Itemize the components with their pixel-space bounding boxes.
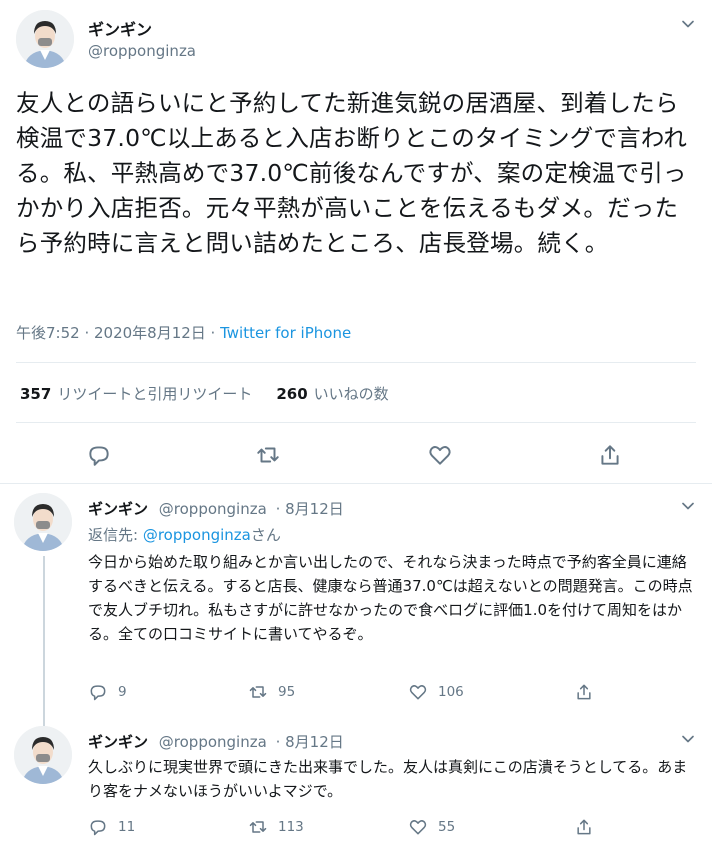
like-button[interactable]: 55 (408, 817, 455, 837)
tweet-date[interactable]: · 8月12日 (276, 733, 344, 751)
tweet-date[interactable]: · 8月12日 (276, 500, 344, 518)
reply-tweet[interactable]: ギンギン @ropponginza · 8月12日 返信先: @roppongi… (0, 484, 712, 713)
share-icon[interactable] (595, 440, 625, 470)
retweet-count: 113 (278, 819, 304, 835)
retweet-button[interactable]: 95 (248, 682, 295, 702)
tweet-stats: 357 リツイートと引用リツイート 260 いいねの数 (20, 383, 389, 404)
like-icon (409, 685, 427, 700)
reply-to: 返信先: @ropponginzaさん (88, 524, 281, 545)
tweet-actions (0, 438, 712, 474)
divider (16, 422, 696, 423)
retweet-button[interactable]: 113 (248, 817, 304, 837)
likes-stat[interactable]: 260 いいねの数 (276, 383, 388, 404)
tweet-text: 友人との語らいにと予約してた新進気鋭の居酒屋、到着したら検温で37.0℃以上ある… (16, 89, 688, 257)
reply-to-prefix: 返信先: (88, 526, 143, 544)
reply-to-handle[interactable]: @ropponginza (143, 526, 251, 544)
retweets-count: 357 (20, 385, 52, 403)
author-handle[interactable]: @ropponginza (88, 42, 196, 60)
retweet-icon (249, 686, 267, 698)
chevron-down-icon[interactable] (678, 496, 698, 516)
retweets-stat[interactable]: 357 リツイートと引用リツイート (20, 383, 252, 404)
reply-count: 9 (118, 684, 127, 700)
share-icon (577, 819, 591, 835)
retweets-label: リツイートと引用リツイート (57, 385, 253, 403)
share-button[interactable] (574, 682, 594, 702)
chevron-down-icon[interactable] (678, 729, 698, 749)
like-icon (409, 820, 427, 835)
like-icon[interactable] (425, 440, 455, 470)
like-count: 55 (438, 819, 456, 835)
like-count: 106 (438, 684, 464, 700)
reply-button[interactable]: 11 (88, 817, 135, 837)
avatar[interactable] (14, 726, 72, 784)
retweet-count: 95 (278, 684, 296, 700)
likes-label: いいねの数 (313, 385, 389, 403)
author-handle[interactable]: @ropponginza (159, 733, 267, 751)
like-button[interactable]: 106 (408, 682, 464, 702)
divider (16, 362, 696, 363)
reply-header: ギンギン @ropponginza · 8月12日 (88, 498, 344, 519)
reply-text: 今日から始めた取り組みとか言い出したので、それなら決まった時点で予約客全員に連絡… (88, 553, 693, 643)
chevron-down-icon[interactable] (678, 14, 698, 34)
reply-actions: 11 113 55 (88, 817, 608, 841)
author-name[interactable]: ギンギン (88, 733, 148, 751)
likes-count: 260 (276, 385, 308, 403)
thread-line (43, 556, 45, 713)
retweet-icon[interactable] (253, 440, 283, 470)
retweet-icon (249, 821, 267, 833)
author-handle[interactable]: @ropponginza (159, 500, 267, 518)
reply-tweet[interactable]: ギンギン @ropponginza · 8月12日 久しぶりに現実世界で頭にきた… (0, 713, 712, 854)
reply-icon[interactable] (84, 440, 114, 470)
reply-actions: 9 95 106 (88, 682, 608, 706)
reply-count: 11 (118, 819, 136, 835)
reply-header: ギンギン @ropponginza · 8月12日 (88, 731, 344, 752)
tweet-time[interactable]: 午後7:52 · 2020年8月12日 · (16, 324, 220, 342)
reply-icon (90, 820, 106, 836)
reply-to-suffix: さん (250, 526, 281, 544)
thread-line (43, 713, 45, 726)
reply-text: 久しぶりに現実世界で頭にきた出来事でした。友人は真剣にこの店潰そうとしてる。あま… (88, 758, 688, 800)
share-button[interactable] (574, 817, 594, 837)
tweet-meta: 午後7:52 · 2020年8月12日 · Twitter for iPhone (16, 322, 351, 343)
reply-icon (90, 685, 106, 701)
author-name[interactable]: ギンギン (88, 16, 152, 40)
share-icon (577, 684, 591, 700)
tweet-source[interactable]: Twitter for iPhone (220, 324, 351, 342)
author-name[interactable]: ギンギン (88, 500, 148, 518)
reply-button[interactable]: 9 (88, 682, 127, 702)
avatar[interactable] (14, 493, 72, 551)
avatar[interactable] (16, 10, 74, 68)
